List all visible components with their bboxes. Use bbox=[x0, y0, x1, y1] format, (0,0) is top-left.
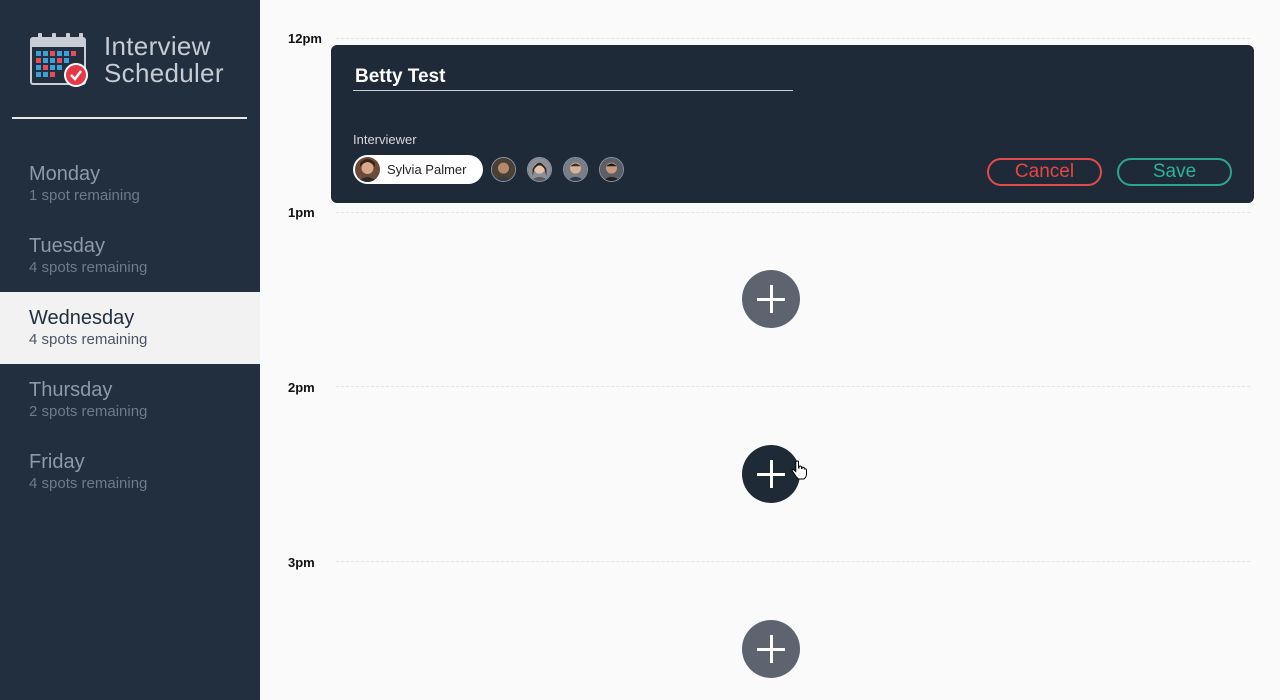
day-spots: 4 spots remaining bbox=[29, 475, 148, 492]
add-appointment-button[interactable] bbox=[742, 620, 800, 678]
appointment-form: Interviewer Sylvia Palmer bbox=[331, 45, 1254, 203]
day-name: Thursday bbox=[29, 379, 113, 401]
day-item-thursday[interactable]: Thursday 2 spots remaining bbox=[0, 364, 260, 436]
day-list: Monday 1 spot remaining Tuesday 4 spots … bbox=[0, 148, 260, 508]
interviewer-item-selected[interactable]: Sylvia Palmer bbox=[353, 155, 483, 184]
avatar[interactable] bbox=[491, 157, 516, 182]
hour-label-12pm: 12pm bbox=[288, 31, 322, 46]
hour-label-1pm: 1pm bbox=[288, 205, 315, 220]
day-spots: 1 spot remaining bbox=[29, 187, 140, 204]
avatar[interactable] bbox=[563, 157, 588, 182]
sidebar-divider bbox=[12, 117, 247, 119]
save-button[interactable]: Save bbox=[1117, 158, 1232, 186]
hand-pointer-icon bbox=[791, 460, 807, 480]
hour-divider bbox=[336, 38, 1250, 39]
hour-label-2pm: 2pm bbox=[288, 380, 315, 395]
day-name: Monday bbox=[29, 163, 101, 185]
day-name: Wednesday bbox=[29, 307, 135, 329]
day-name: Tuesday bbox=[29, 235, 105, 257]
avatar[interactable] bbox=[527, 157, 552, 182]
interviewer-label: Interviewer bbox=[353, 132, 417, 147]
day-item-monday[interactable]: Monday 1 spot remaining bbox=[0, 148, 260, 220]
app-title: Interview Scheduler bbox=[104, 33, 224, 87]
day-item-tuesday[interactable]: Tuesday 4 spots remaining bbox=[0, 220, 260, 292]
day-item-wednesday[interactable]: Wednesday 4 spots remaining bbox=[0, 292, 260, 364]
day-name: Friday bbox=[29, 451, 85, 473]
day-spots: 4 spots remaining bbox=[29, 331, 148, 348]
day-spots: 2 spots remaining bbox=[29, 403, 148, 420]
sidebar: Interview Scheduler Monday 1 spot remain… bbox=[0, 0, 260, 700]
calendar-check-icon bbox=[30, 33, 88, 87]
schedule: 12pm 1pm 2pm 3pm Interviewer Sylvia Palm… bbox=[260, 0, 1280, 700]
hour-label-3pm: 3pm bbox=[288, 555, 315, 570]
hour-divider bbox=[336, 561, 1250, 562]
hour-divider bbox=[336, 212, 1250, 213]
avatar bbox=[355, 157, 380, 182]
interviewer-name: Sylvia Palmer bbox=[387, 162, 467, 177]
add-appointment-button[interactable] bbox=[742, 270, 800, 328]
hour-divider bbox=[336, 386, 1250, 387]
app-title-line1: Interview bbox=[104, 31, 211, 61]
day-spots: 4 spots remaining bbox=[29, 259, 148, 276]
cancel-button[interactable]: Cancel bbox=[987, 158, 1102, 186]
app-title-line2: Scheduler bbox=[104, 58, 224, 88]
student-name-input[interactable] bbox=[353, 63, 793, 91]
day-item-friday[interactable]: Friday 4 spots remaining bbox=[0, 436, 260, 508]
avatar[interactable] bbox=[599, 157, 624, 182]
